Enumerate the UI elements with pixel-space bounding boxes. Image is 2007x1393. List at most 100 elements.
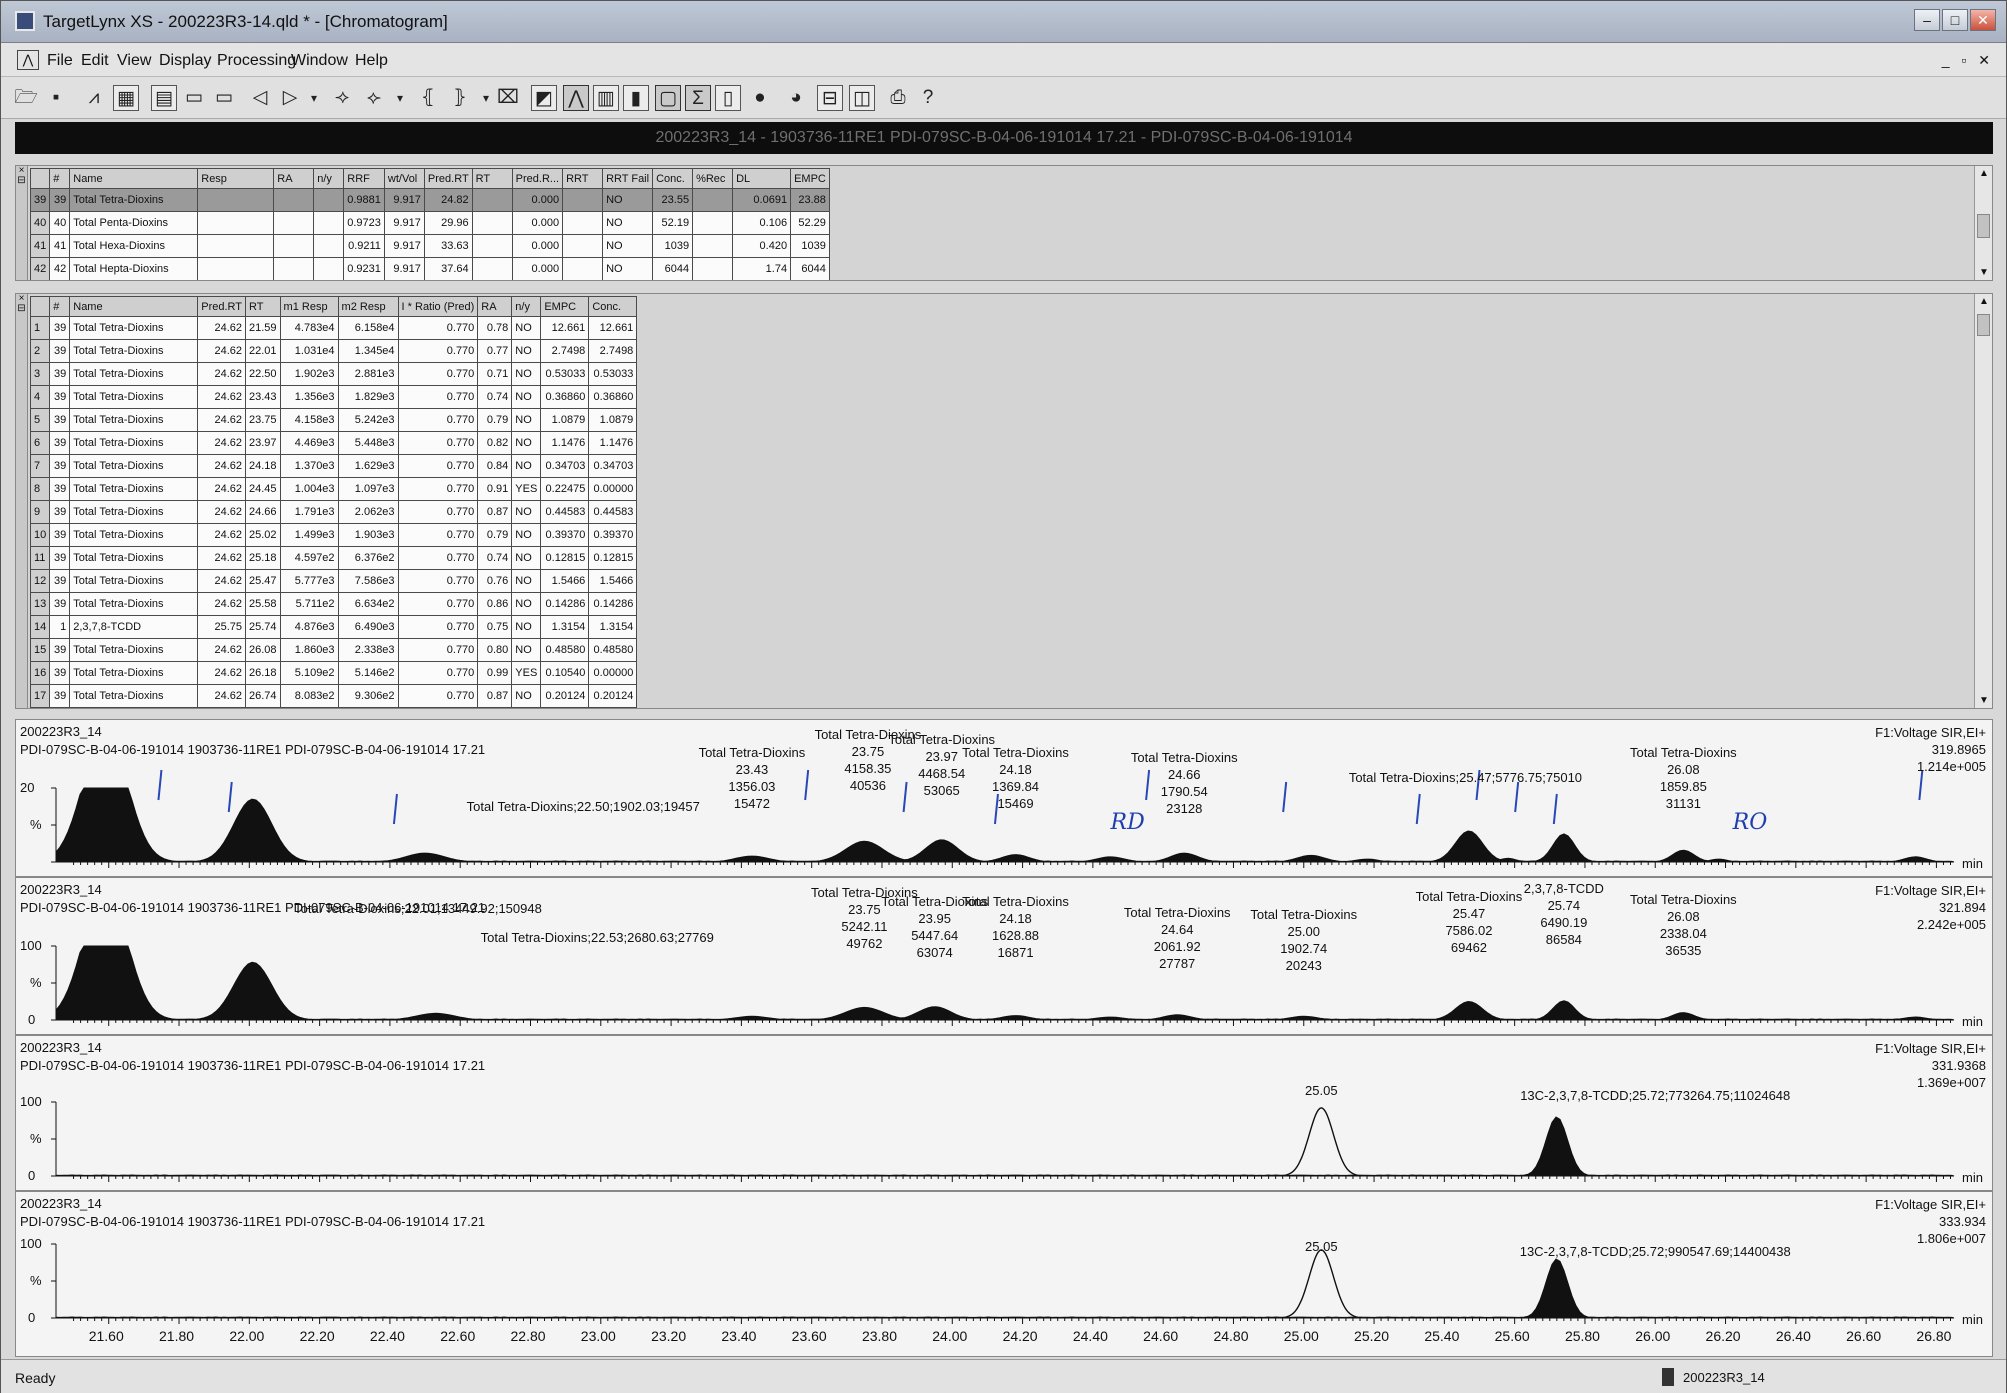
table-row[interactable]: 7 39 Total Tetra-Dioxins 24.62 24.18 1.370e3 1… (29, 454, 638, 478)
table-cell[interactable]: 1.345e4 (337, 339, 399, 363)
table-cell[interactable]: 39 (49, 569, 71, 593)
table-cell[interactable]: 23.55 (652, 188, 694, 212)
table-cell[interactable]: 4.469e3 (279, 431, 339, 455)
table-cell[interactable]: 24.62 (197, 684, 247, 708)
table-row[interactable]: 42 42 Total Hepta-Dioxins 0.9231 9.917 37.64 0… (29, 257, 830, 280)
table-cell[interactable]: 0.39370 (588, 523, 638, 547)
table-cell[interactable]: NO (511, 339, 542, 363)
table-cell[interactable]: 24.62 (197, 661, 247, 685)
menu-edit[interactable]: Edit (81, 52, 109, 70)
table-cell[interactable]: 9.917 (383, 211, 425, 235)
table-cell[interactable]: 25.02 (245, 523, 281, 547)
next-compound-icon[interactable]: ⟣ (361, 85, 387, 111)
table-row[interactable]: 41 41 Total Hexa-Dioxins 0.9211 9.917 33.63 0.… (29, 234, 830, 258)
table-cell[interactable]: 41 (49, 234, 71, 258)
row-number[interactable]: 3 (29, 362, 51, 386)
table-cell[interactable]: NO (511, 316, 542, 340)
sample-dropdown-icon[interactable]: ▾ (301, 85, 327, 111)
table-cell[interactable]: 0.74 (477, 385, 513, 409)
row-number[interactable]: 5 (29, 408, 51, 432)
table-cell[interactable]: 0.770 (397, 500, 479, 524)
table-cell[interactable]: 40 (49, 211, 71, 235)
table-cell[interactable]: 8.083e2 (279, 684, 339, 708)
table-cell[interactable]: 0.20124 (540, 684, 590, 708)
table-cell[interactable]: 0.20124 (588, 684, 638, 708)
table-cell[interactable]: NO (511, 454, 542, 478)
table-cell[interactable]: Total Tetra-Dioxins (69, 523, 199, 547)
table-cell[interactable]: 1.0879 (588, 408, 638, 432)
table-cell[interactable] (197, 234, 275, 258)
row-number[interactable]: 41 (29, 234, 51, 258)
table-cell[interactable]: 24.62 (197, 569, 247, 593)
table-cell[interactable] (313, 234, 345, 258)
table-cell[interactable]: 0.44583 (540, 500, 590, 524)
table-cell[interactable]: NO (602, 211, 654, 235)
table-cell[interactable]: Total Tetra-Dioxins (69, 339, 199, 363)
table-cell[interactable]: 0.770 (397, 431, 479, 455)
table-cell[interactable]: Total Hepta-Dioxins (69, 257, 199, 280)
table-cell[interactable]: 0.48580 (540, 638, 590, 662)
chromatogram-trace-2[interactable]: 200223R3_14 PDI-079SC-B-04-06-191014 1903… (15, 877, 1993, 1035)
table-cell[interactable]: YES (511, 661, 542, 685)
save-icon[interactable]: ▪ (43, 85, 69, 111)
table-cell[interactable]: Total Tetra-Dioxins (69, 362, 199, 386)
menu-file[interactable]: File (47, 52, 73, 70)
table-cell[interactable]: Total Tetra-Dioxins (69, 569, 199, 593)
table-cell[interactable]: 7.586e3 (337, 569, 399, 593)
table-cell[interactable]: 0.000 (511, 211, 564, 235)
compound-column-header[interactable]: # (49, 168, 71, 189)
menu-display[interactable]: Display (159, 52, 211, 70)
peak-column-header[interactable]: RT (245, 296, 281, 317)
table-cell[interactable]: NO (511, 431, 542, 455)
table-row[interactable]: 12 39 Total Tetra-Dioxins 24.62 25.47 5.777e3… (29, 569, 638, 593)
table-cell[interactable]: 1.903e3 (337, 523, 399, 547)
table-cell[interactable]: 0.75 (477, 615, 513, 639)
print-preview-icon[interactable]: ▭ (181, 85, 207, 111)
table-cell[interactable] (692, 188, 734, 212)
table-cell[interactable]: 9.917 (383, 188, 425, 212)
table-cell[interactable]: 0.00000 (588, 661, 638, 685)
table-cell[interactable]: 0.36860 (588, 385, 638, 409)
table-cell[interactable] (313, 211, 345, 235)
table-cell[interactable] (197, 211, 275, 235)
table-cell[interactable]: NO (602, 234, 654, 258)
table-row[interactable]: 4 39 Total Tetra-Dioxins 24.62 23.43 1.356e3 1… (29, 385, 638, 409)
compound-column-header[interactable]: Pred.R... (511, 168, 564, 189)
compound-column-header[interactable]: RA (273, 168, 315, 189)
table-cell[interactable]: 6.490e3 (337, 615, 399, 639)
table-cell[interactable]: NO (511, 684, 542, 708)
table-cell[interactable]: 2.7498 (588, 339, 638, 363)
table-cell[interactable]: 24.62 (197, 477, 247, 501)
table-cell[interactable]: 5.146e2 (337, 661, 399, 685)
table-cell[interactable]: Total Tetra-Dioxins (69, 454, 199, 478)
calibrate-icon[interactable]: ▦ (113, 85, 139, 111)
table-row[interactable]: 17 39 Total Tetra-Dioxins 24.62 26.74 8.083e2… (29, 684, 638, 708)
table-row[interactable]: 14 1 2,3,7,8-TCDD 25.75 25.74 4.876e3 6.490e3 0… (29, 615, 638, 639)
table-cell[interactable]: 1.5466 (540, 569, 590, 593)
table-cell[interactable] (692, 211, 734, 235)
table-cell[interactable]: 0.000 (511, 234, 564, 258)
table-row[interactable]: 16 39 Total Tetra-Dioxins 24.62 26.18 5.109e2… (29, 661, 638, 685)
close-button[interactable]: ✕ (1970, 9, 1996, 31)
table-cell[interactable]: Total Tetra-Dioxins (69, 638, 199, 662)
table-cell[interactable]: Total Hexa-Dioxins (69, 234, 199, 258)
table-cell[interactable]: 24.62 (197, 500, 247, 524)
table-cell[interactable]: NO (511, 408, 542, 432)
table-cell[interactable]: 0.420 (732, 234, 792, 258)
compound-column-header[interactable]: RRT (562, 168, 604, 189)
peak-column-header[interactable]: I * Ratio (Pred) (397, 296, 479, 317)
table-cell[interactable]: 1039 (652, 234, 694, 258)
table-row[interactable]: 5 39 Total Tetra-Dioxins 24.62 23.75 4.158e3 5… (29, 408, 638, 432)
table-cell[interactable]: 0.770 (397, 661, 479, 685)
mdi-window-buttons[interactable]: _ ▫ ✕ (1942, 52, 1994, 69)
peak-column-header[interactable]: RA (477, 296, 513, 317)
spectrum-view-icon[interactable]: ▥ (593, 85, 619, 111)
table-cell[interactable]: 6.376e2 (337, 546, 399, 570)
previous-peak-icon[interactable]: ⦃ (415, 85, 441, 111)
peak-column-header[interactable]: EMPC (540, 296, 590, 317)
compound-corner[interactable] (29, 168, 51, 189)
table-cell[interactable]: 52.19 (652, 211, 694, 235)
table-cell[interactable]: 0.770 (397, 569, 479, 593)
table-cell[interactable]: 0.48580 (588, 638, 638, 662)
table-cell[interactable]: 0.77 (477, 339, 513, 363)
